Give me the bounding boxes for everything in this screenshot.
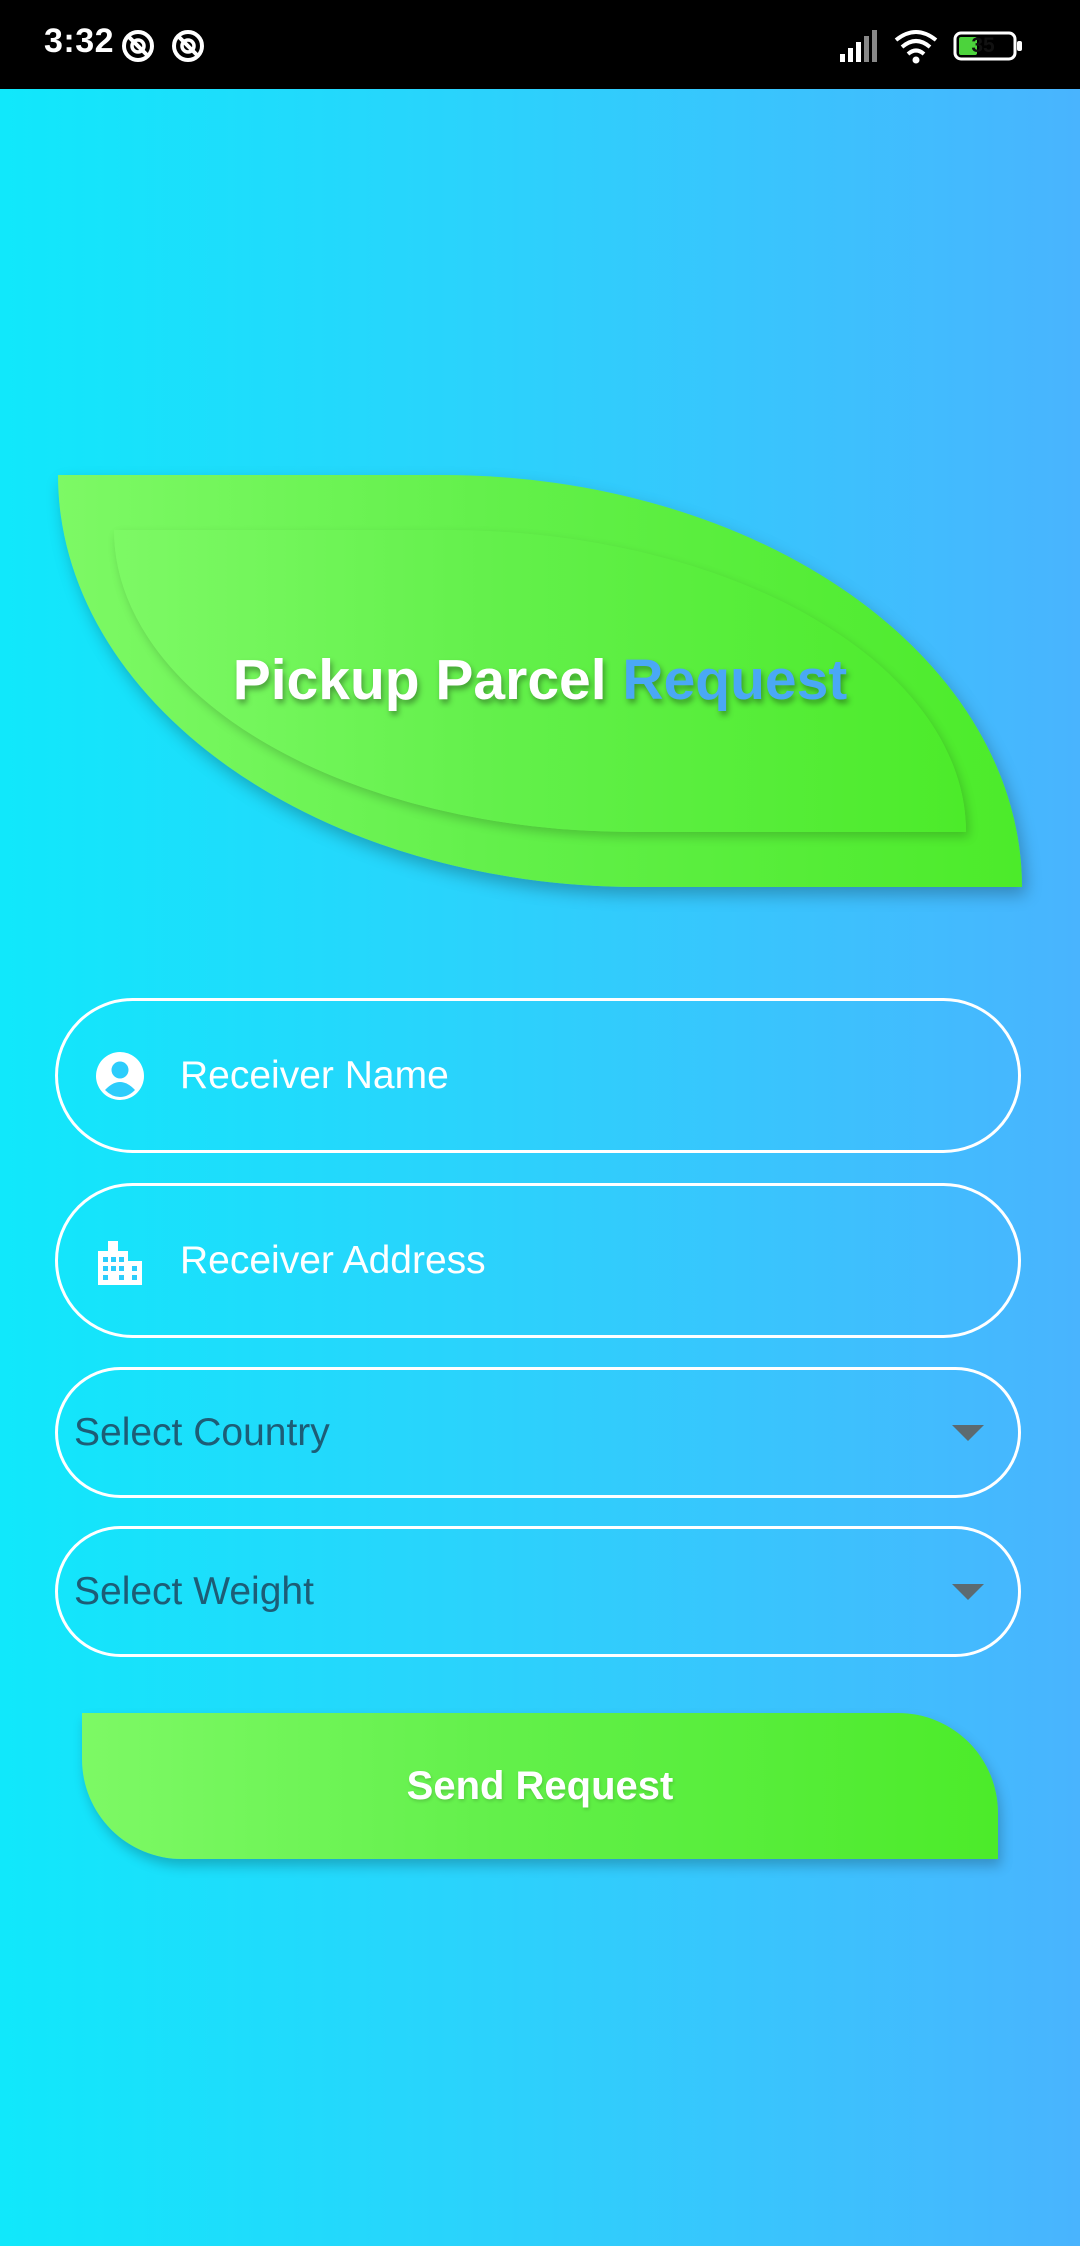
building-icon	[98, 1240, 142, 1285]
receiver-name-input[interactable]: Receiver Name	[180, 1001, 449, 1150]
receiver-address-input[interactable]: Receiver Address	[180, 1186, 486, 1335]
do-not-disturb-icon	[122, 30, 154, 62]
wifi-icon	[894, 30, 938, 64]
weight-select-value[interactable]: Select Weight	[74, 1529, 314, 1654]
send-request-button[interactable]: Send Request	[82, 1713, 998, 1859]
country-select-value[interactable]: Select Country	[74, 1370, 330, 1495]
status-time: 3:32	[44, 22, 115, 60]
do-not-disturb-icon	[172, 30, 204, 62]
title-part-2: Request	[622, 648, 848, 712]
header-banner: Pickup Parcel Request	[58, 475, 1022, 887]
status-bar: 3:32 35	[0, 0, 1080, 89]
receiver-address-field[interactable]: Receiver Address	[55, 1183, 1021, 1338]
page-title: Pickup Parcel Request	[58, 645, 1022, 715]
signal-icon	[840, 30, 877, 62]
user-icon	[96, 1051, 144, 1100]
weight-select[interactable]: Select Weight	[55, 1526, 1021, 1657]
dropdown-arrow-icon[interactable]	[952, 1424, 984, 1441]
battery-level: 35	[971, 34, 995, 57]
country-select[interactable]: Select Country	[55, 1367, 1021, 1498]
dropdown-arrow-icon[interactable]	[952, 1583, 984, 1600]
title-part-1: Pickup Parcel	[232, 648, 607, 712]
receiver-name-field[interactable]: Receiver Name	[55, 998, 1021, 1153]
battery-icon: 35	[953, 31, 1025, 61]
